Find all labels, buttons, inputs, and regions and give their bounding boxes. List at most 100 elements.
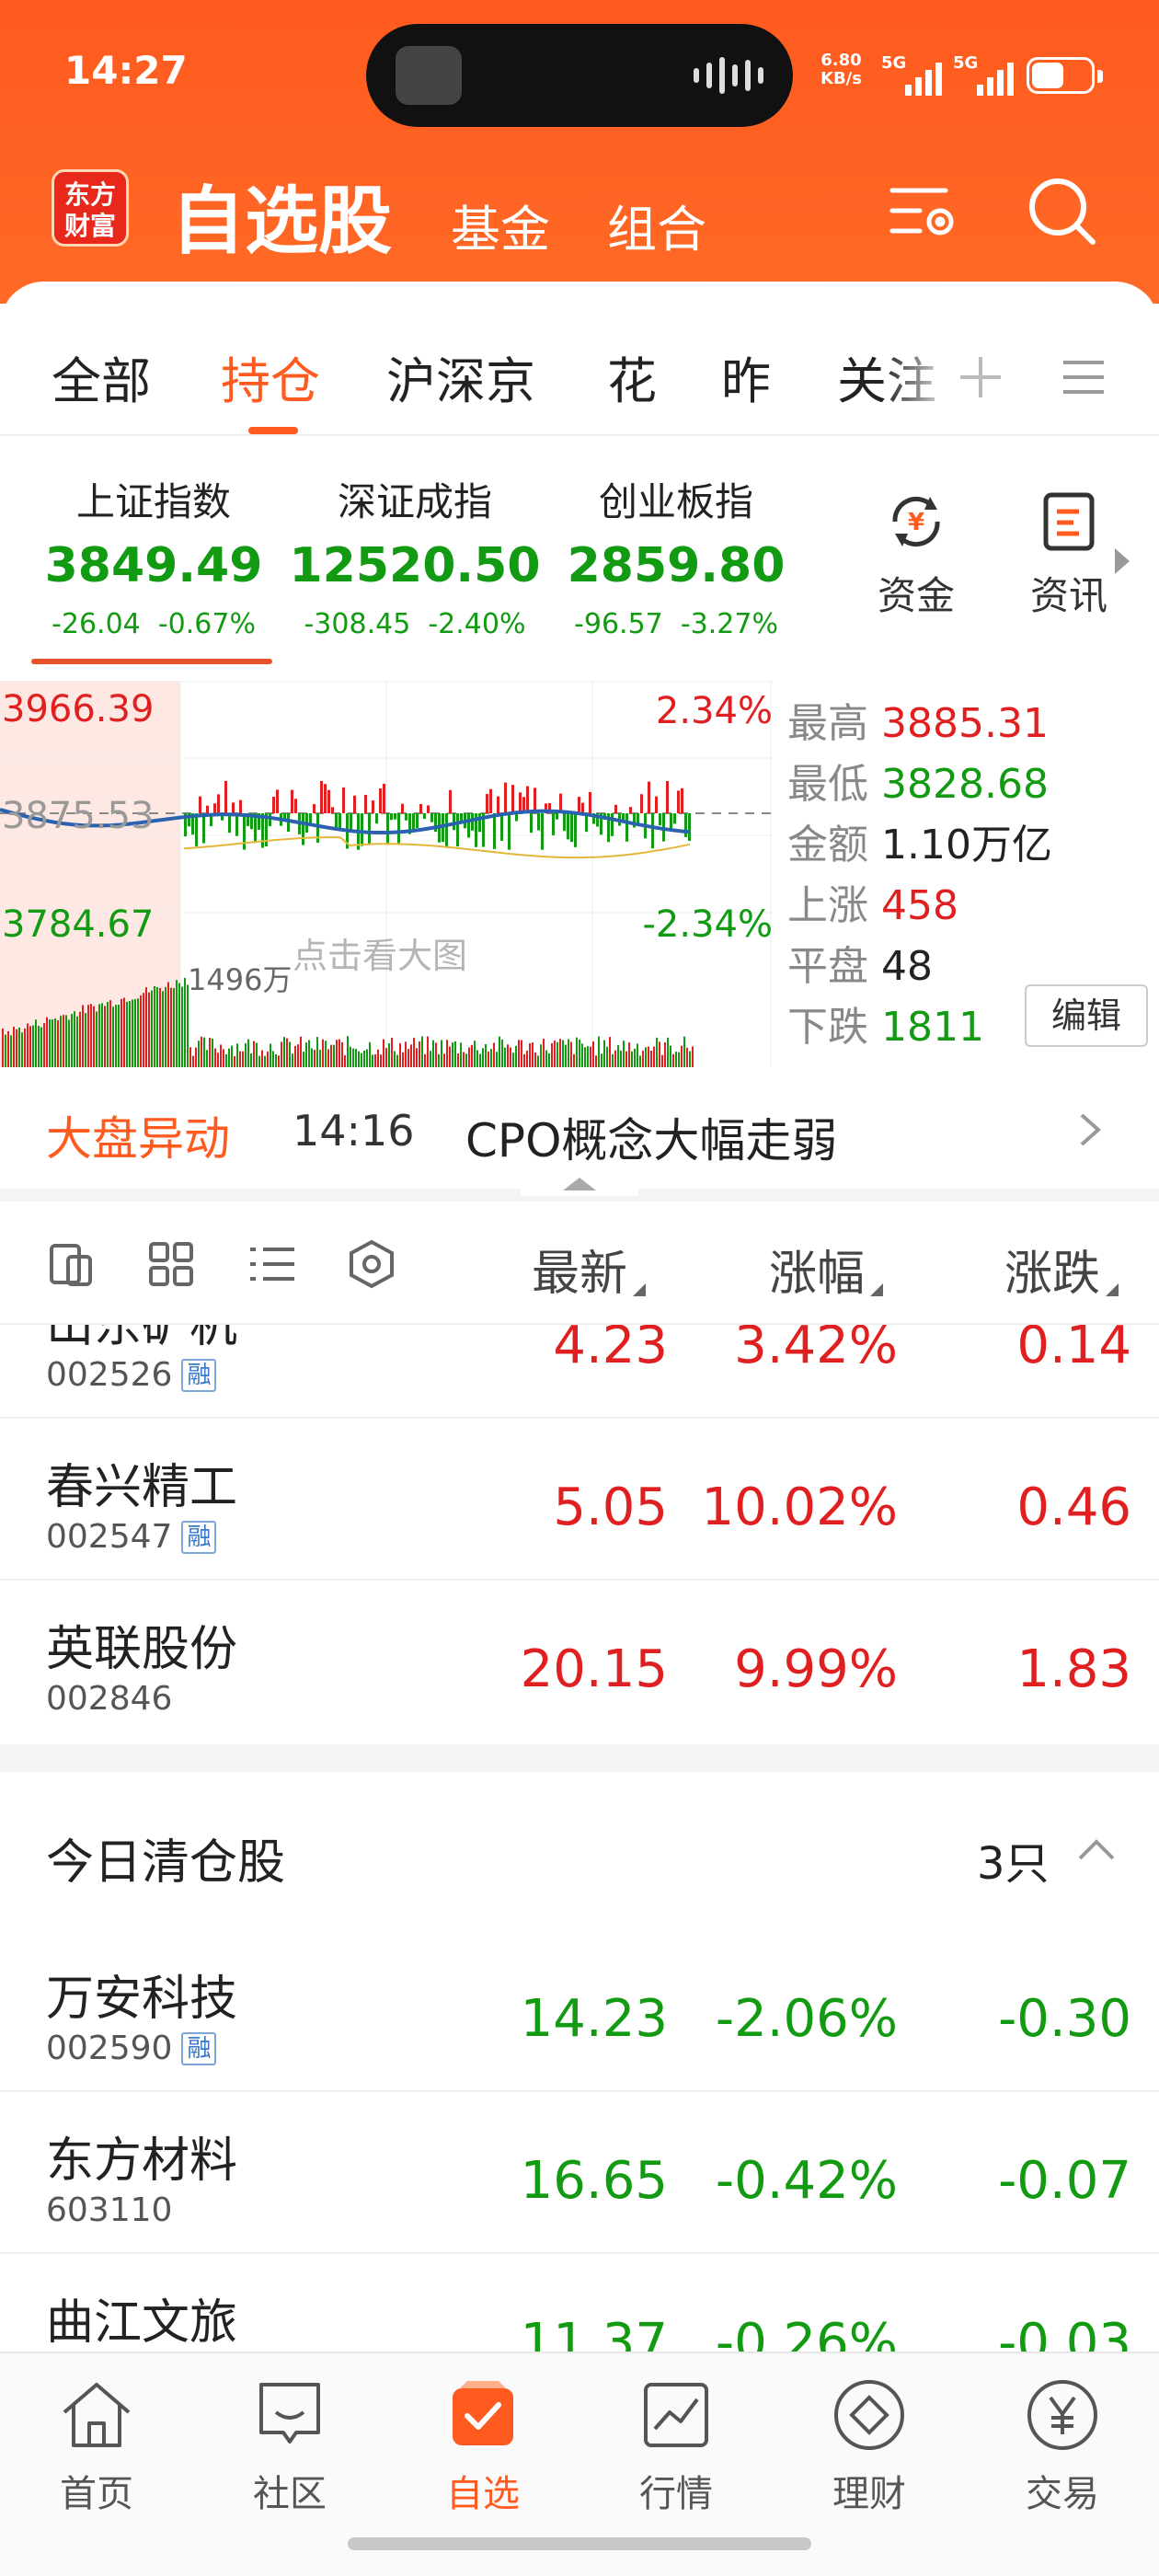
volume-bar: [74, 1011, 75, 1067]
page-title[interactable]: 自选股: [171, 162, 392, 269]
tab-fund[interactable]: 基金: [451, 189, 550, 261]
nav-trade[interactable]: 交易: [993, 2375, 1131, 2517]
volume-bar: [518, 1040, 520, 1067]
breadth-bar: [291, 789, 293, 813]
breadth-bar: [217, 794, 220, 813]
add-icon[interactable]: [953, 350, 1008, 405]
collapse-chart-toggle[interactable]: [521, 1165, 638, 1196]
settings-list-icon[interactable]: [883, 170, 966, 253]
breadth-bar: [361, 813, 363, 846]
volume-bar: [60, 1016, 62, 1067]
volume-bar: [642, 1051, 644, 1067]
app-logo: 东方 财富: [52, 169, 129, 247]
volume-bar: [385, 1048, 387, 1067]
volume-bar: [167, 982, 169, 1067]
breadth-bar: [666, 781, 669, 813]
volume-bar: [438, 1053, 440, 1067]
volume-bar: [601, 1053, 602, 1067]
volume-bar: [667, 1037, 669, 1067]
breadth-bar: [614, 804, 617, 813]
breadth-bar: [570, 813, 573, 843]
volume-bar: [151, 990, 153, 1067]
cleared-group-header[interactable]: 今日清仓股 3只: [0, 1772, 1159, 1932]
stock-row[interactable]: 万安科技 002590 融 14.23 -2.06% -0.30: [0, 1932, 1159, 2092]
volume-bar: [308, 1040, 310, 1067]
breadth-bar: [677, 790, 680, 813]
stock-row[interactable]: 东方材料 603110 16.65 -0.42% -0.07: [0, 2094, 1159, 2254]
volume-bar: [645, 1047, 647, 1067]
portfolio-icon[interactable]: [46, 1238, 98, 1290]
stock-row[interactable]: 山东矿机 002526 融 4.23 3.42% 0.14: [0, 1325, 1159, 1419]
nav-community[interactable]: 社区: [221, 2375, 359, 2517]
volume-bar: [499, 1036, 500, 1067]
volume-bar: [10, 1035, 12, 1067]
breadth-bar: [526, 786, 529, 813]
sort-change[interactable]: 涨跌: [1004, 1235, 1119, 1304]
breadth-bar: [552, 813, 555, 835]
quick-news[interactable]: 资讯: [1023, 489, 1115, 621]
volume-bar: [557, 1041, 558, 1067]
index-chinext[interactable]: 创业板指 2859.80 -96.57 -3.27%: [548, 471, 804, 640]
volume-bar: [463, 1052, 465, 1067]
tab-hua[interactable]: 花: [607, 340, 657, 413]
sort-latest[interactable]: 最新: [532, 1235, 647, 1304]
nav-watchlist[interactable]: 自选: [414, 2375, 552, 2517]
volume-bar: [361, 1052, 362, 1067]
edit-button[interactable]: 编辑: [1025, 984, 1148, 1047]
volume-bar: [112, 1006, 114, 1067]
breadth-bar: [394, 813, 396, 820]
volume-bar: [21, 1032, 23, 1067]
scroll-right-icon[interactable]: [1115, 548, 1130, 574]
volume-bar: [225, 1053, 227, 1067]
volume-bar: [551, 1042, 553, 1067]
sort-change-pct[interactable]: 涨幅: [769, 1235, 884, 1304]
volume-bar: [209, 1038, 211, 1067]
tab-all[interactable]: 全部: [52, 340, 151, 413]
tab-sh-sz-bj[interactable]: 沪深京: [386, 340, 535, 413]
breadth-bar: [456, 813, 459, 846]
volume-bar: [656, 1037, 658, 1067]
index-shanghai[interactable]: 上证指数 3849.49 -26.04 -0.67%: [26, 471, 281, 640]
intraday-chart[interactable]: 3966.39 3875.53 3784.67 2.34% -2.34% 149…: [0, 681, 773, 1067]
breadth-bar: [511, 785, 514, 813]
volume-bar: [634, 1048, 636, 1067]
volume-bar: [85, 1013, 86, 1067]
list-icon[interactable]: [247, 1238, 298, 1290]
volume-bar: [402, 1052, 404, 1067]
breadth-bar: [202, 813, 205, 844]
volume-bar: [576, 1037, 578, 1067]
breadth-bar: [655, 796, 658, 813]
menu-icon[interactable]: [1056, 350, 1111, 405]
grid-icon[interactable]: [145, 1238, 197, 1290]
tab-yesterday[interactable]: 昨: [721, 340, 771, 413]
volume-bar: [683, 1036, 685, 1067]
breadth-bar: [611, 813, 614, 836]
signal-sim2-icon: 5G: [953, 52, 1021, 96]
chip-icon[interactable]: [346, 1238, 397, 1290]
volume-bar: [143, 993, 144, 1067]
nav-home[interactable]: 首页: [28, 2375, 166, 2517]
stock-row[interactable]: 英联股份 002846 20.15 9.99% 1.83: [0, 1582, 1159, 1742]
volume-bar: [220, 1044, 222, 1067]
search-icon[interactable]: [1021, 170, 1104, 253]
stock-row[interactable]: 春兴精工 002547 融 5.05 10.02% 0.46: [0, 1420, 1159, 1581]
quick-funds[interactable]: ¥ 资金: [870, 489, 962, 621]
tab-holdings[interactable]: 持仓: [221, 340, 320, 413]
index-shenzhen[interactable]: 深证成指 12520.50 -308.45 -2.40%: [287, 471, 543, 640]
breadth-bar: [589, 791, 591, 813]
status-time: 14:27: [64, 48, 188, 93]
tab-portfolio[interactable]: 组合: [607, 189, 706, 261]
nav-wealth[interactable]: 理财: [800, 2375, 938, 2517]
breadth-bar: [581, 802, 584, 813]
volume-bar: [526, 1050, 528, 1067]
stock-row[interactable]: 曲江文旅 11.37 -0.26% -0.03: [0, 2256, 1159, 2352]
volume-bar: [366, 1049, 368, 1067]
breadth-bar: [567, 813, 569, 840]
volume-bar: [512, 1052, 514, 1067]
breadth-bar: [368, 813, 371, 844]
nav-market[interactable]: 行情: [607, 2375, 745, 2517]
volume-bar: [98, 1004, 100, 1067]
volume-bar: [148, 992, 150, 1067]
volume-bar: [264, 1055, 266, 1067]
volume-bar: [272, 1051, 274, 1067]
